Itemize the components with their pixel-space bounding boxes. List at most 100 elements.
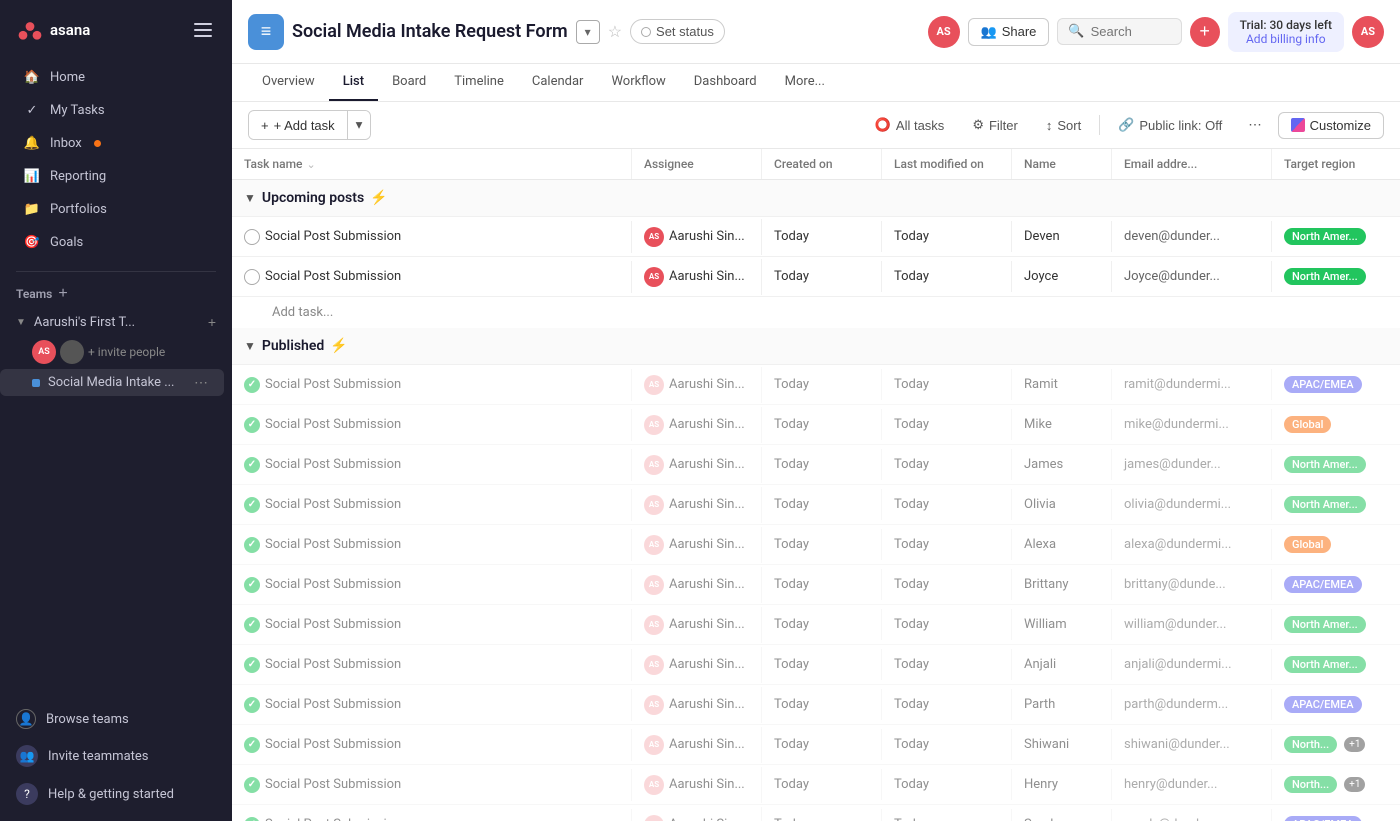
task-name-text[interactable]: Social Post Submission bbox=[265, 777, 401, 792]
task-name-text[interactable]: Social Post Submission bbox=[265, 697, 401, 712]
add-team-button[interactable]: + bbox=[58, 286, 67, 302]
hamburger-button[interactable] bbox=[190, 19, 216, 41]
inbox-badge bbox=[94, 140, 101, 147]
task-complete-button[interactable] bbox=[244, 269, 260, 285]
sidebar-item-home[interactable]: 🏠 Home bbox=[8, 61, 224, 93]
user-avatar-right[interactable]: AS bbox=[1352, 16, 1384, 48]
sidebar-item-my-tasks[interactable]: ✓ My Tasks bbox=[8, 94, 224, 126]
section-collapse-button[interactable]: ▼ bbox=[244, 191, 256, 205]
filter-button[interactable]: ⚙ Filter bbox=[962, 112, 1028, 138]
task-name-text[interactable]: Social Post Submission bbox=[265, 417, 401, 432]
td-created: Today bbox=[762, 489, 882, 520]
task-name-text[interactable]: Social Post Submission bbox=[265, 737, 401, 752]
td-region: APAC/EMEA bbox=[1272, 688, 1400, 721]
tab-board[interactable]: Board bbox=[378, 64, 440, 101]
asana-logo[interactable]: asana bbox=[16, 16, 90, 44]
public-link-button[interactable]: 🔗 Public link: Off bbox=[1108, 112, 1232, 138]
search-input[interactable] bbox=[1091, 24, 1171, 39]
sidebar-item-portfolios[interactable]: 📁 Portfolios bbox=[8, 193, 224, 225]
task-complete-indicator[interactable] bbox=[244, 817, 260, 821]
project-icon-button[interactable]: ≡ bbox=[248, 14, 284, 50]
td-region: North... +1 bbox=[1272, 768, 1400, 801]
td-task-name: Social Post Submission bbox=[232, 449, 632, 481]
task-name-text[interactable]: Social Post Submission bbox=[265, 577, 401, 592]
task-complete-indicator[interactable] bbox=[244, 777, 260, 793]
td-created: Today bbox=[762, 409, 882, 440]
td-region: Global bbox=[1272, 408, 1400, 441]
td-name: Mike bbox=[1012, 409, 1112, 440]
sidebar-item-inbox[interactable]: 🔔 Inbox bbox=[8, 127, 224, 159]
sort-button[interactable]: ↕ Sort bbox=[1036, 113, 1091, 138]
td-name: William bbox=[1012, 609, 1112, 640]
task-complete-indicator[interactable] bbox=[244, 377, 260, 393]
task-name-text[interactable]: Social Post Submission bbox=[265, 229, 401, 244]
task-name-text[interactable]: Social Post Submission bbox=[265, 617, 401, 632]
task-name-text[interactable]: Social Post Submission bbox=[265, 457, 401, 472]
task-name-text[interactable]: Social Post Submission bbox=[265, 657, 401, 672]
td-name: James bbox=[1012, 449, 1112, 480]
bell-icon: 🔔 bbox=[24, 135, 40, 151]
task-complete-indicator[interactable] bbox=[244, 537, 260, 553]
trial-title: Trial: 30 days left bbox=[1240, 18, 1332, 32]
sidebar-item-goals[interactable]: 🎯 Goals bbox=[8, 226, 224, 258]
title-dropdown-button[interactable]: ▾ bbox=[576, 20, 600, 44]
tab-timeline[interactable]: Timeline bbox=[440, 64, 518, 101]
help-item[interactable]: ? Help & getting started bbox=[0, 775, 232, 813]
td-assignee: AS Aarushi Sin... bbox=[632, 567, 762, 603]
tab-dashboard[interactable]: Dashboard bbox=[680, 64, 771, 101]
td-assignee: AS Aarushi Sin... bbox=[632, 367, 762, 403]
star-button[interactable]: ☆ bbox=[608, 22, 622, 42]
tab-workflow[interactable]: Workflow bbox=[597, 64, 679, 101]
task-complete-indicator[interactable] bbox=[244, 457, 260, 473]
avatar: AS bbox=[644, 267, 664, 287]
region-badge: Global bbox=[1284, 416, 1331, 433]
task-name-text[interactable]: Social Post Submission bbox=[265, 537, 401, 552]
avatar: AS bbox=[644, 575, 664, 595]
td-created: Today bbox=[762, 569, 882, 600]
all-tasks-button[interactable]: ⭕ All tasks bbox=[865, 112, 955, 138]
add-task-dropdown-button[interactable]: ▾ bbox=[347, 111, 371, 139]
more-options-button[interactable]: ⋯ bbox=[1240, 112, 1269, 138]
task-name-text[interactable]: Social Post Submission bbox=[265, 269, 401, 284]
team-name: Aarushi's First T... bbox=[34, 315, 135, 330]
task-complete-indicator[interactable] bbox=[244, 617, 260, 633]
add-button[interactable]: + bbox=[1190, 17, 1220, 47]
td-created: Today bbox=[762, 529, 882, 560]
task-complete-indicator[interactable] bbox=[244, 497, 260, 513]
sidebar-item-reporting[interactable]: 📊 Reporting bbox=[8, 160, 224, 192]
task-complete-indicator[interactable] bbox=[244, 417, 260, 433]
tab-overview[interactable]: Overview bbox=[248, 64, 329, 101]
assignee-name: Aarushi Sin... bbox=[669, 697, 745, 712]
browse-teams-item[interactable]: 👤 Browse teams bbox=[0, 701, 232, 737]
search-box[interactable]: 🔍 bbox=[1057, 18, 1181, 45]
add-task-row[interactable]: Add task... bbox=[232, 297, 1400, 328]
set-status-button[interactable]: Set status bbox=[630, 19, 725, 44]
tab-list[interactable]: List bbox=[329, 64, 378, 101]
section-collapse-button[interactable]: ▼ bbox=[244, 339, 256, 353]
task-complete-indicator[interactable] bbox=[244, 577, 260, 593]
status-text: Set status bbox=[656, 24, 714, 39]
td-email: shiwani@dunder... bbox=[1112, 729, 1272, 760]
project-more-button[interactable]: ⋯ bbox=[194, 374, 208, 391]
add-to-team-button[interactable]: + bbox=[208, 314, 216, 330]
invite-people-link[interactable]: + invite people bbox=[88, 345, 165, 359]
assignee-name: Aarushi Sin... bbox=[669, 577, 745, 592]
tab-more[interactable]: More... bbox=[771, 64, 839, 101]
task-name-text[interactable]: Social Post Submission bbox=[265, 497, 401, 512]
task-complete-button[interactable] bbox=[244, 229, 260, 245]
task-complete-indicator[interactable] bbox=[244, 697, 260, 713]
task-name-text[interactable]: Social Post Submission bbox=[265, 377, 401, 392]
table-row: Social Post Submission AS Aarushi Sin...… bbox=[232, 765, 1400, 805]
sidebar-project-item[interactable]: Social Media Intake ... ⋯ bbox=[0, 369, 224, 396]
user-avatar[interactable]: AS bbox=[928, 16, 960, 48]
tab-calendar[interactable]: Calendar bbox=[518, 64, 598, 101]
invite-teammates-item[interactable]: 👥 Invite teammates bbox=[0, 737, 232, 775]
share-button[interactable]: 👥 Share bbox=[968, 18, 1050, 46]
billing-link[interactable]: Add billing info bbox=[1240, 32, 1332, 46]
task-complete-indicator[interactable] bbox=[244, 737, 260, 753]
task-complete-indicator[interactable] bbox=[244, 657, 260, 673]
customize-button[interactable]: Customize bbox=[1278, 112, 1384, 139]
task-name-text[interactable]: Social Post Submission bbox=[265, 817, 401, 821]
team-item[interactable]: ▼ Aarushi's First T... + bbox=[0, 308, 232, 336]
add-task-main-button[interactable]: + + Add task bbox=[249, 112, 347, 139]
